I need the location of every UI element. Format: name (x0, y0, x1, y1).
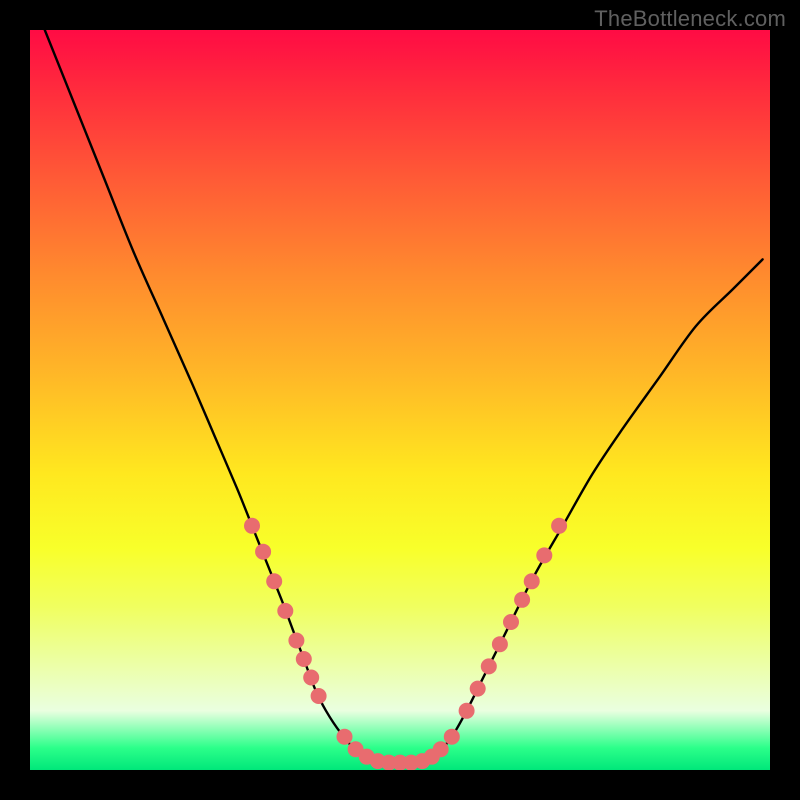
watermark-text: TheBottleneck.com (594, 6, 786, 32)
data-marker (470, 681, 486, 697)
plot-area (30, 30, 770, 770)
data-marker (551, 518, 567, 534)
data-marker (266, 573, 282, 589)
chart-container: TheBottleneck.com (0, 0, 800, 800)
data-marker (481, 658, 497, 674)
data-marker (433, 741, 449, 757)
data-marker (524, 573, 540, 589)
markers-group (244, 518, 567, 770)
data-marker (503, 614, 519, 630)
data-marker (514, 592, 530, 608)
data-marker (536, 547, 552, 563)
data-marker (337, 729, 353, 745)
curve-line (45, 30, 763, 763)
data-marker (303, 670, 319, 686)
data-marker (277, 603, 293, 619)
data-marker (296, 651, 312, 667)
data-marker (492, 636, 508, 652)
chart-svg (30, 30, 770, 770)
data-marker (244, 518, 260, 534)
data-marker (311, 688, 327, 704)
data-marker (255, 544, 271, 560)
data-marker (288, 633, 304, 649)
data-marker (444, 729, 460, 745)
data-marker (459, 703, 475, 719)
